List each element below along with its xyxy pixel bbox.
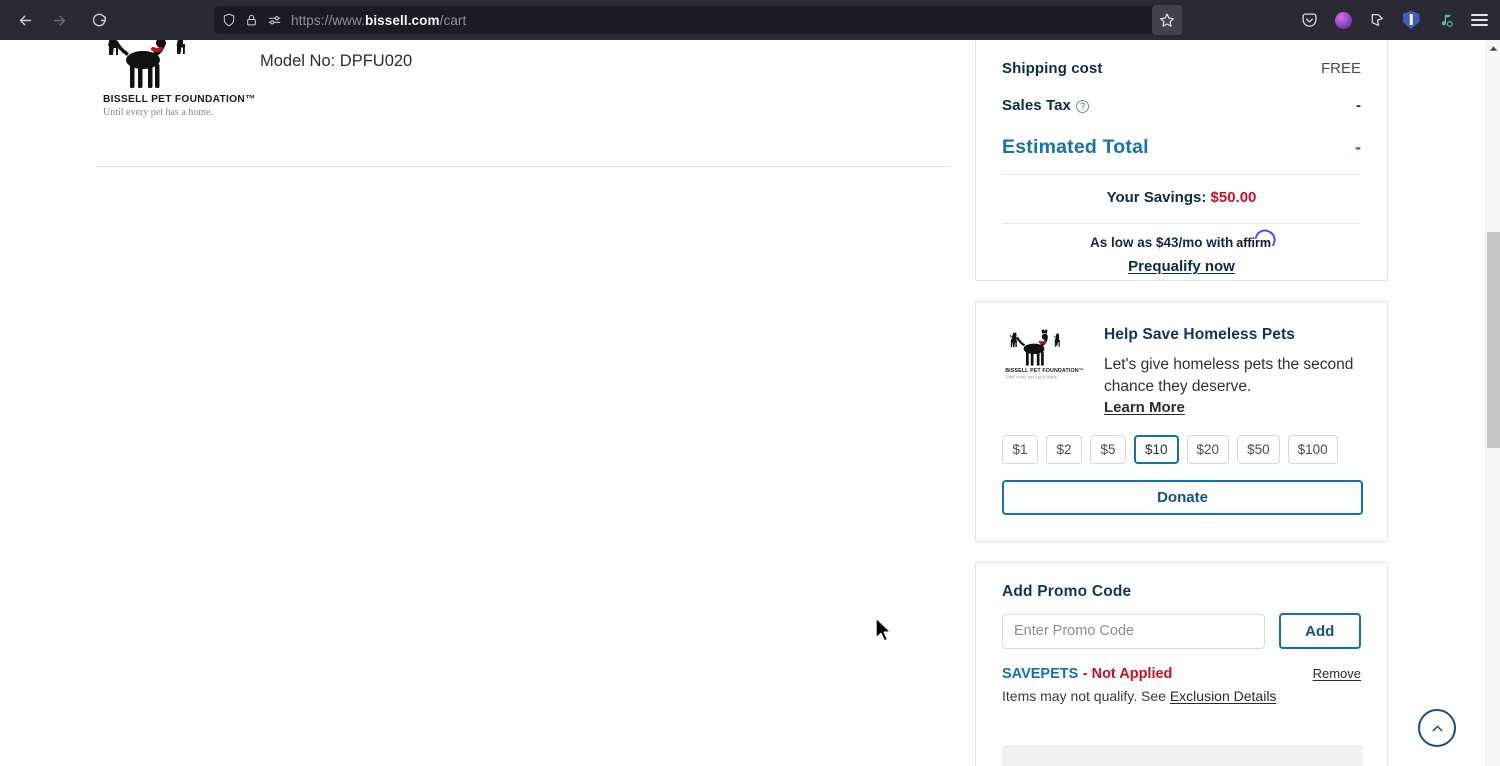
promo-code-name: SAVEPETS (1002, 666, 1079, 682)
bissell-pet-foundation-logo: BISSELL PET FOUNDATION™ Until every pet … (103, 40, 256, 118)
your-savings-label: Your Savings: (1106, 189, 1207, 206)
hamburger-menu-button[interactable] (1464, 5, 1494, 35)
scrollbar-thumb[interactable] (1487, 232, 1500, 448)
donation-title: Help Save Homeless Pets (1104, 326, 1295, 343)
reload-icon (92, 13, 106, 26)
sales-tax-label: Sales Tax? (1002, 97, 1090, 114)
estimated-total-row: Estimated Total - (1002, 124, 1361, 170)
donate-button[interactable]: Donate (1002, 480, 1363, 515)
donation-description: Let's give homeless pets the second chan… (1104, 356, 1354, 395)
donation-amount-1[interactable]: $1 (1002, 435, 1038, 464)
page-viewport: BISSELL PET FOUNDATION™ Until every pet … (0, 40, 1500, 766)
your-savings-amount: $50.00 (1210, 189, 1257, 206)
extension-icons (1294, 5, 1494, 35)
order-summary-card: Shipping cost FREE Sales Tax? - Estimate… (975, 40, 1388, 281)
promo-code-state: - Not Applied (1082, 666, 1173, 682)
estimated-total-label: Estimated Total (1002, 135, 1149, 158)
loading-placeholder-bar (1002, 745, 1363, 766)
scrollbar-arrow-up-icon (1489, 45, 1498, 51)
reload-button[interactable] (84, 5, 114, 35)
pocket-icon[interactable] (1294, 5, 1324, 35)
estimated-total-value: - (1355, 136, 1361, 157)
forward-arrow-icon (53, 15, 65, 25)
product-model-number: Model No: DPFU020 (260, 52, 413, 70)
padlock-icon[interactable] (245, 13, 258, 27)
prequalify-link[interactable]: Prequalify now (1002, 258, 1361, 275)
promo-code-title: Add Promo Code (1002, 583, 1132, 600)
donation-amount-100[interactable]: $100 (1287, 435, 1338, 464)
bookmark-button[interactable] (1152, 5, 1182, 35)
donation-logo-tagline: Until every pet has a home. (1005, 375, 1058, 380)
shipping-cost-value: FREE (1320, 60, 1361, 77)
bissell-pet-foundation-logo-small: BISSELL PET FOUNDATION™ Until every pet … (1005, 329, 1084, 380)
sales-tax-row: Sales Tax? - (1002, 87, 1361, 124)
back-arrow-icon (19, 15, 31, 25)
affirm-message: As low as $43/mo with (1089, 235, 1234, 250)
hamburger-menu-icon (1470, 10, 1488, 30)
brave-shield-icon[interactable] (1396, 5, 1426, 35)
help-question-icon[interactable]: ? (1076, 100, 1090, 113)
account-avatar-icon[interactable] (1328, 5, 1358, 35)
promo-code-status-row: SAVEPETS - Not Applied Remove (1002, 665, 1361, 683)
url-text: https://www.bissell.com/cart (291, 13, 466, 28)
promo-code-status: SAVEPETS - Not Applied (1002, 665, 1172, 683)
cart-item-divider (95, 166, 950, 167)
learn-more-link[interactable]: Learn More (1104, 399, 1185, 416)
scroll-to-top-button[interactable] (1418, 709, 1456, 747)
shipping-cost-row: Shipping cost FREE (1002, 50, 1361, 87)
mouse-cursor (875, 617, 892, 642)
navigation-buttons (0, 5, 114, 35)
promo-code-card: Add Promo Code Add SAVEPETS - Not Applie… (975, 562, 1388, 766)
back-button[interactable] (10, 5, 40, 35)
forward-button[interactable] (44, 5, 74, 35)
promo-note-text: Items may not qualify. See (1002, 688, 1166, 704)
scrollbar-arrow-up[interactable] (1486, 40, 1500, 56)
donation-amount-options: $1 $2 $5 $10 $20 $50 $100 (1002, 435, 1361, 464)
logo-name: BISSELL PET FOUNDATION™ (103, 94, 256, 105)
address-bar[interactable]: https://www.bissell.com/cart (214, 6, 1182, 34)
page-scrollbar[interactable] (1485, 40, 1500, 766)
promo-remove-link[interactable]: Remove (1313, 666, 1361, 681)
music-note-icon[interactable] (1430, 5, 1460, 35)
extension-shield-icon[interactable] (1362, 5, 1392, 35)
cart-items-column: BISSELL PET FOUNDATION™ Until every pet … (0, 40, 965, 766)
affirm-financing-text: As low as $43/mo with affirm (1002, 224, 1361, 250)
logo-tagline: Until every pet has a home. (103, 107, 213, 118)
donation-logo-name: BISSELL PET FOUNDATION™ (1005, 368, 1084, 374)
tracking-settings-icon[interactable] (267, 13, 282, 27)
affirm-logo: affirm (1236, 236, 1272, 250)
promo-code-input[interactable] (1002, 613, 1265, 649)
donation-amount-5[interactable]: $5 (1090, 435, 1126, 464)
donation-copy: Help Save Homeless Pets Let's give homel… (1104, 324, 1361, 417)
browser-toolbar: https://www.bissell.com/cart (0, 0, 1500, 40)
promo-code-row: Add (1002, 613, 1361, 649)
donation-header: BISSELL PET FOUNDATION™ Until every pet … (1002, 324, 1361, 417)
sales-tax-value: - (1356, 97, 1361, 114)
shield-icon[interactable] (222, 13, 236, 27)
donation-amount-2[interactable]: $2 (1046, 435, 1082, 464)
url-domain: bissell.com (364, 12, 440, 28)
promo-exclusion-note: Items may not qualify. See Exclusion Det… (1002, 688, 1361, 704)
exclusion-details-link[interactable]: Exclusion Details (1170, 688, 1277, 704)
donation-amount-10[interactable]: $10 (1134, 435, 1179, 464)
url-path: /cart (439, 12, 467, 28)
your-savings-row: Your Savings: $50.00 (1002, 175, 1361, 219)
url-prefix: https://www. (291, 12, 365, 28)
promo-add-button[interactable]: Add (1278, 613, 1361, 649)
shipping-cost-label: Shipping cost (1002, 60, 1103, 77)
chevron-up-icon (1431, 725, 1443, 731)
donation-amount-20[interactable]: $20 (1186, 435, 1230, 464)
donation-amount-50[interactable]: $50 (1237, 435, 1280, 464)
donation-card: BISSELL PET FOUNDATION™ Until every pet … (975, 301, 1388, 542)
star-icon (1160, 13, 1174, 27)
